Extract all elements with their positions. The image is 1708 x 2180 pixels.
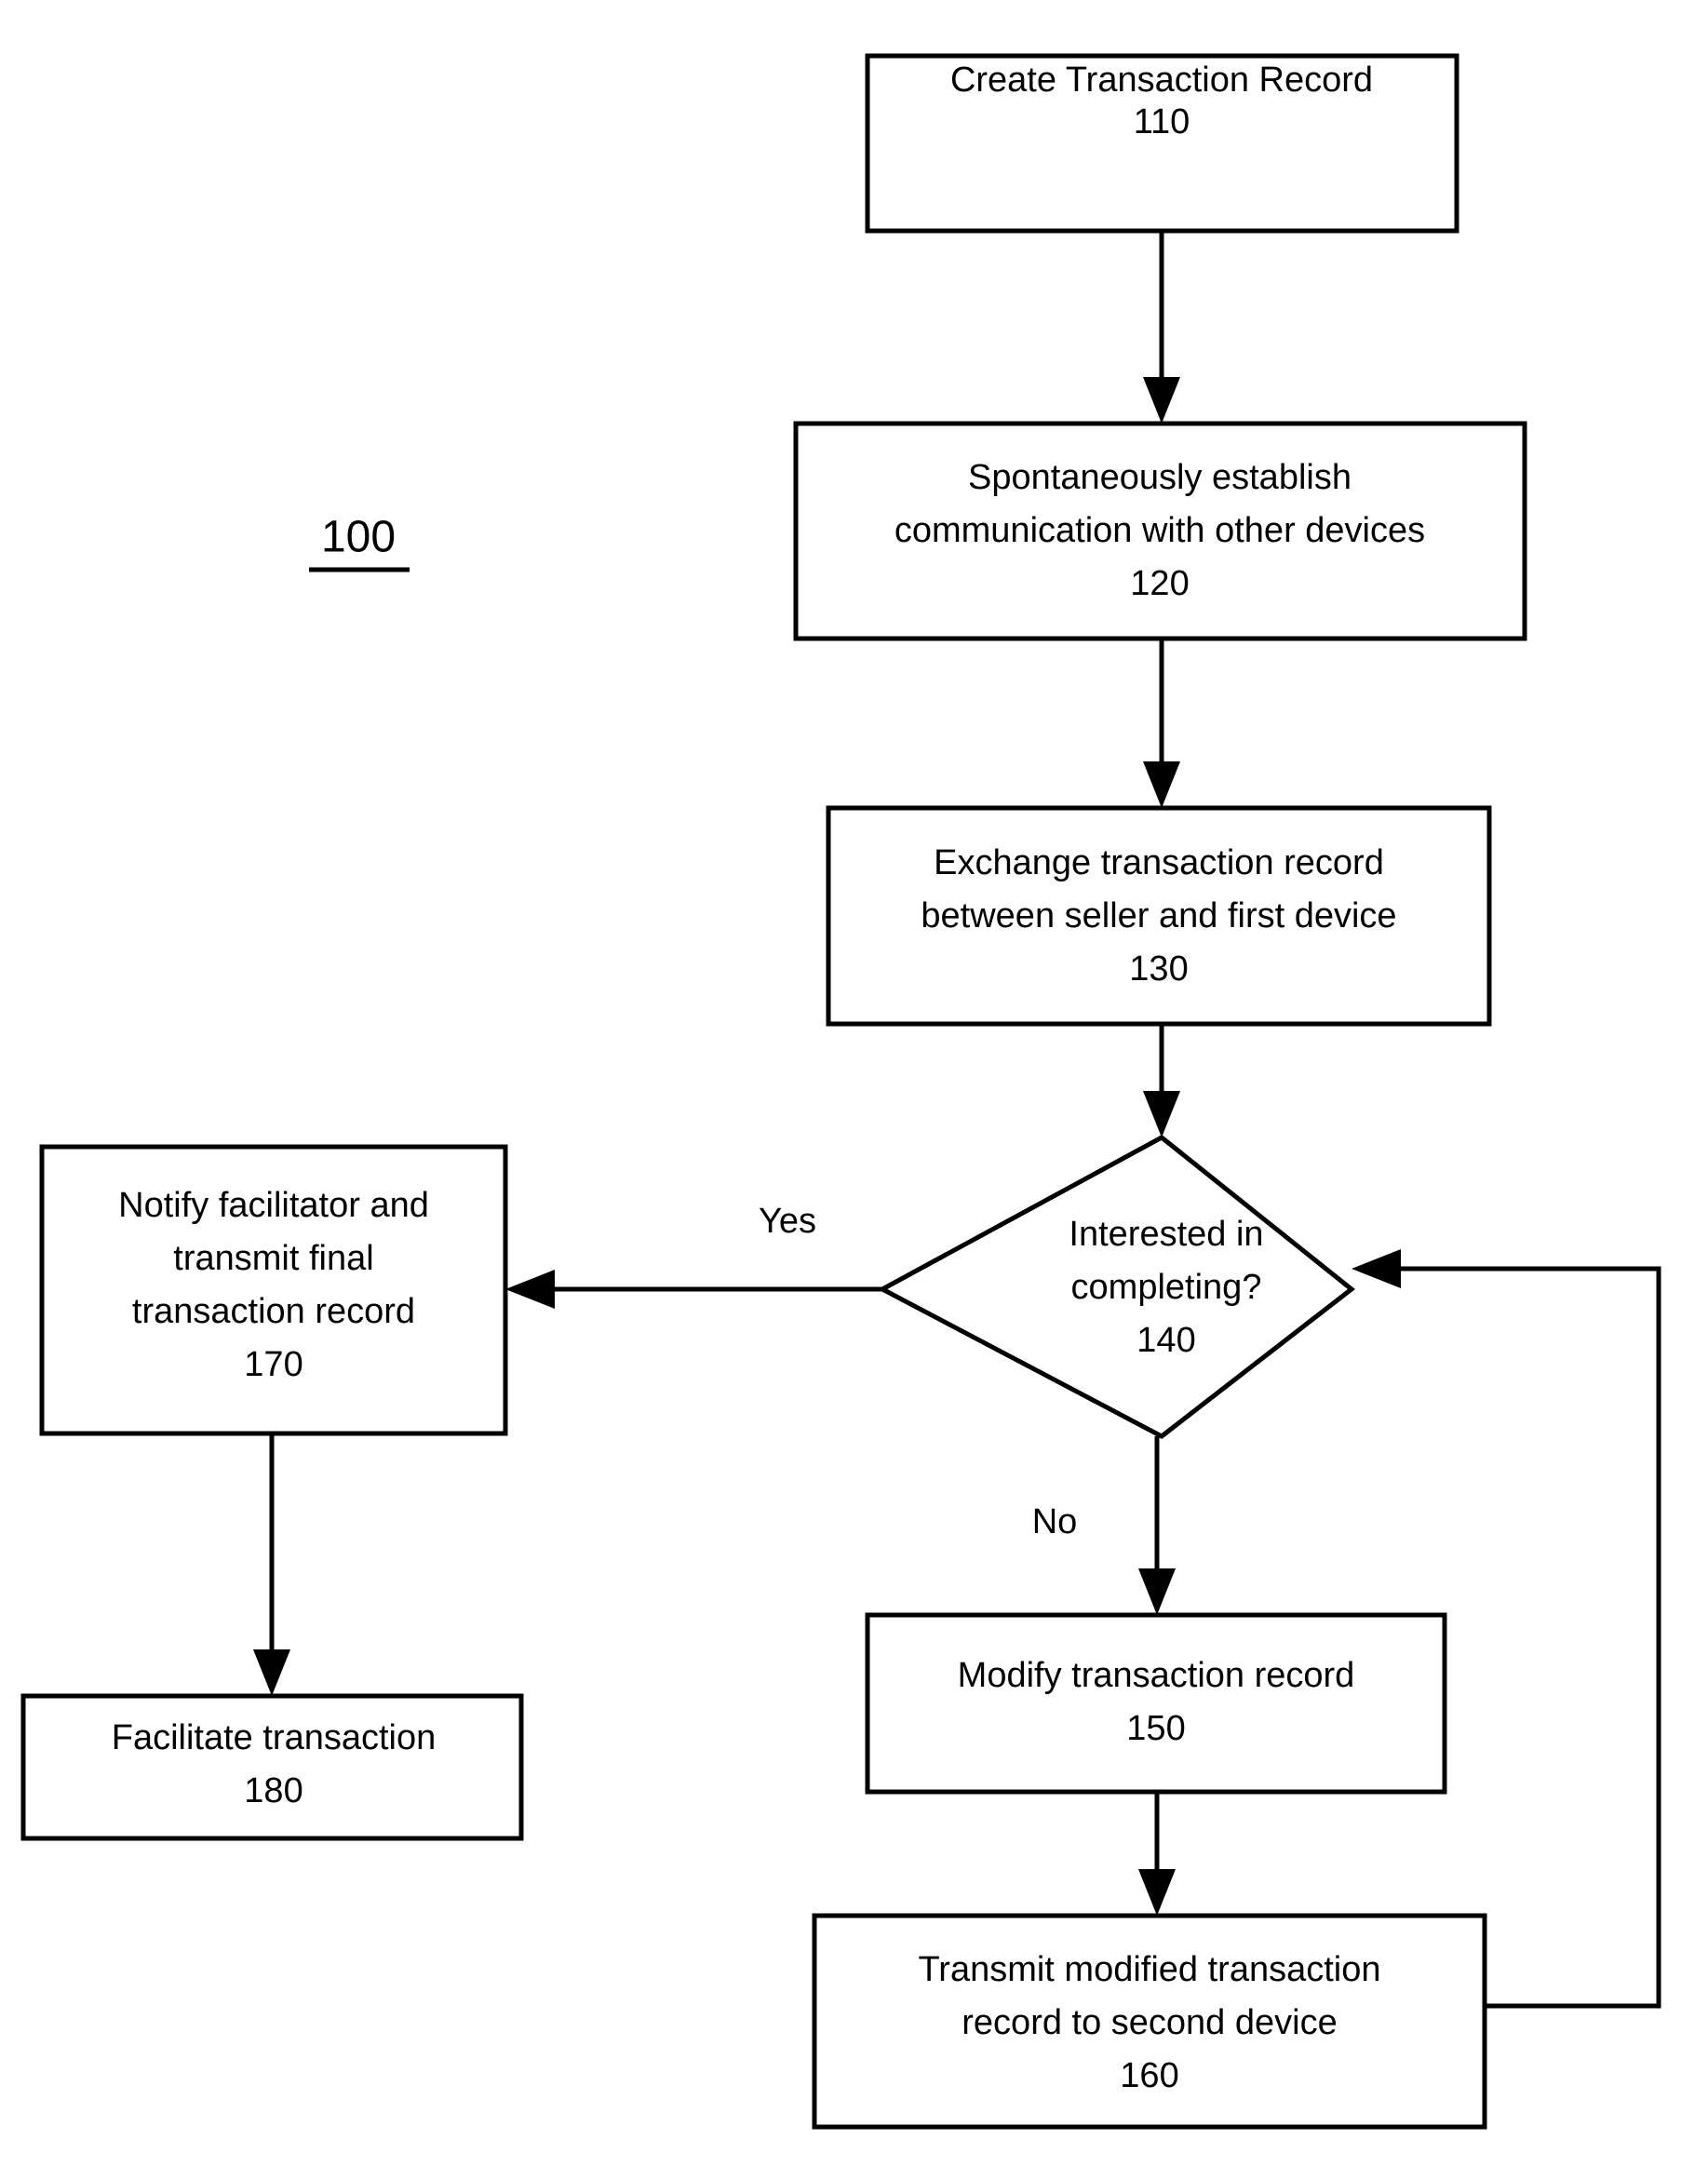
node-170-ref: 170 xyxy=(244,1345,303,1384)
figure-number-text: 100 xyxy=(321,513,396,562)
node-120-line-1: Spontaneously establish xyxy=(968,458,1352,497)
node-160-line-1: Transmit modified transaction xyxy=(918,1950,1380,1989)
node-170-line-1: Notify facilitator and xyxy=(118,1186,429,1225)
edge-140-to-150-no: No xyxy=(1032,1436,1176,1615)
arrowhead-icon xyxy=(505,1270,555,1309)
node-140-line-2: completing? xyxy=(1071,1268,1262,1307)
node-180-line-1: Facilitate transaction xyxy=(112,1718,437,1757)
node-120-spontaneously-establish-communication[interactable]: Spontaneously establish communication wi… xyxy=(793,421,1527,641)
flowchart-canvas: Yes No Create Transaction Record 110 Spo… xyxy=(20,53,1661,2130)
node-150-shape xyxy=(865,1612,1447,1795)
arrowhead-icon xyxy=(1352,1249,1401,1288)
node-160-transmit-modified-transaction-record[interactable]: Transmit modified transaction record to … xyxy=(812,1913,1487,2130)
arrowhead-icon xyxy=(253,1649,290,1696)
node-120-line-2: communication with other devices xyxy=(894,511,1425,550)
node-150-modify-transaction-record[interactable]: Modify transaction record 150 xyxy=(865,1612,1447,1795)
edge-label-no: No xyxy=(1032,1502,1078,1541)
node-130-exchange-transaction-record[interactable]: Exchange transaction record between sell… xyxy=(826,805,1492,1027)
arrowhead-icon xyxy=(1138,1869,1176,1916)
figure-number-label: 100 xyxy=(309,513,410,572)
node-130-line-2: between seller and first device xyxy=(921,896,1396,935)
node-120-ref: 120 xyxy=(1130,564,1189,603)
node-130-ref: 130 xyxy=(1129,949,1188,989)
edge-label-yes: Yes xyxy=(759,1202,816,1241)
edge-170-to-180 xyxy=(253,1433,290,1696)
node-110-ref: 110 xyxy=(1134,102,1190,141)
arrowhead-icon xyxy=(1143,377,1180,424)
node-180-facilitate-transaction[interactable]: Facilitate transaction 180 xyxy=(20,1693,524,1841)
arrowhead-icon xyxy=(1138,1568,1176,1615)
edge-150-to-160 xyxy=(1138,1792,1176,1916)
node-110-line-1: Create Transaction Record xyxy=(950,61,1373,100)
edge-140-to-170-yes: Yes xyxy=(505,1202,882,1309)
flowchart-page: Yes No Create Transaction Record 110 Spo… xyxy=(0,0,1708,2180)
node-170-line-2: transmit final xyxy=(173,1239,373,1278)
edge-110-to-120 xyxy=(1143,231,1180,424)
node-180-ref: 180 xyxy=(244,1771,303,1810)
node-170-line-3: transaction record xyxy=(132,1292,415,1331)
node-140-interested-in-completing[interactable]: Interested in completing? 140 xyxy=(877,1135,1356,1439)
node-160-line-2: record to second device xyxy=(962,2003,1337,2042)
node-140-ref: 140 xyxy=(1136,1321,1195,1360)
node-110-create-transaction-record[interactable]: Create Transaction Record 110 xyxy=(865,53,1459,234)
edge-130-to-140 xyxy=(1143,1024,1180,1137)
node-180-shape xyxy=(20,1693,524,1841)
node-160-ref: 160 xyxy=(1120,2056,1178,2095)
node-130-line-1: Exchange transaction record xyxy=(934,843,1384,882)
edge-120-to-130 xyxy=(1143,639,1180,808)
node-170-notify-facilitator[interactable]: Notify facilitator and transmit final tr… xyxy=(39,1144,508,1436)
arrowhead-icon xyxy=(1143,761,1180,808)
node-150-ref: 150 xyxy=(1126,1709,1185,1748)
arrowhead-icon xyxy=(1143,1091,1180,1137)
node-140-line-1: Interested in xyxy=(1069,1215,1263,1254)
node-150-line-1: Modify transaction record xyxy=(958,1656,1355,1695)
